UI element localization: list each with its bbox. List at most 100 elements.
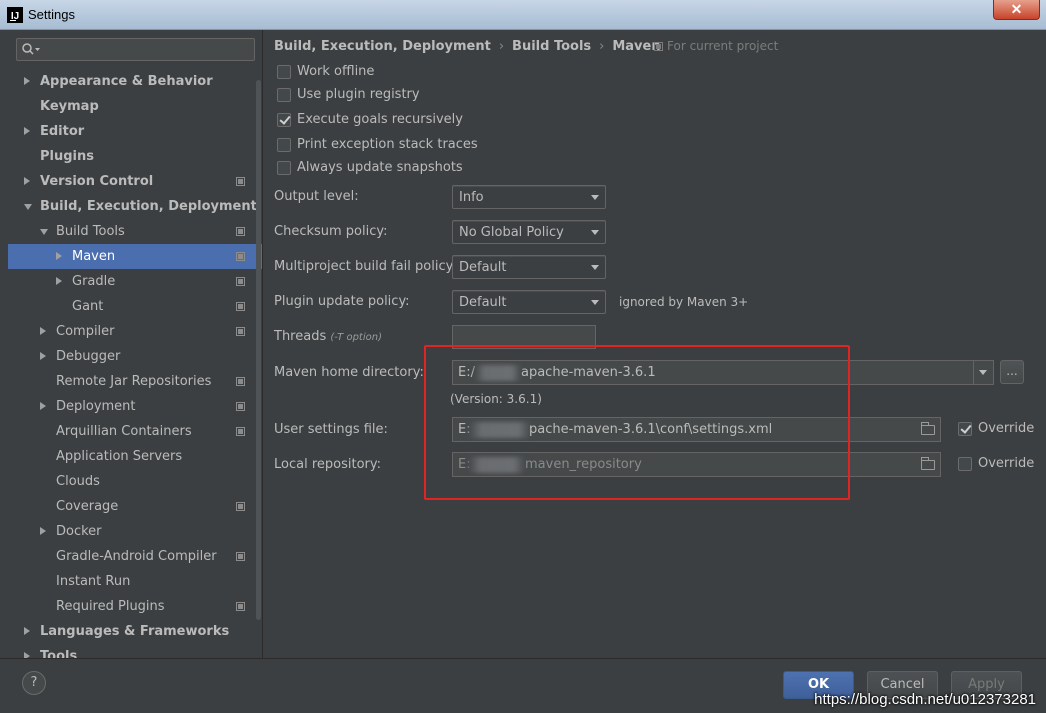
sidebar-item-deployment[interactable]: Deployment [0,394,262,419]
chevron-down-icon[interactable] [40,229,48,235]
sidebar-item-keymap[interactable]: Keymap [0,94,262,119]
checkbox-box[interactable] [277,161,291,175]
sidebar-item-application-servers[interactable]: Application Servers [0,444,262,469]
sidebar-item-required-plugins[interactable]: Required Plugins [0,594,262,619]
dialog-button-bar: ? OK Cancel Apply https://blog.csdn.net/… [0,658,1046,713]
sidebar-item-tools[interactable]: Tools [0,644,262,658]
chevron-down-icon[interactable] [973,361,993,384]
breadcrumb-build-execution: Build, Execution, Deployment [274,39,491,54]
project-scope-icon [236,402,245,411]
breadcrumb-separator: › [599,39,605,54]
sidebar-item-label: Tools [40,649,78,658]
sidebar-item-label: Build, Execution, Deployment [40,199,257,214]
plugin-update-policy-note: ignored by Maven 3+ [619,295,749,309]
sidebar-item-build-execution-deployment[interactable]: Build, Execution, Deployment [0,194,262,219]
settings-search-input[interactable] [16,38,255,61]
sidebar-item-instant-run[interactable]: Instant Run [0,569,262,594]
checkbox-label: Execute goals recursively [297,112,463,127]
sidebar-item-clouds[interactable]: Clouds [0,469,262,494]
sidebar-item-label: Application Servers [56,449,183,464]
threads-label-text: Threads [274,329,327,344]
sidebar-item-label: Version Control [40,174,154,189]
checksum-policy-select[interactable]: No Global Policy [452,220,606,244]
sidebar-item-languages-frameworks[interactable]: Languages & Frameworks [0,619,262,644]
chevron-right-icon[interactable] [40,527,46,535]
sidebar-item-editor[interactable]: Editor [0,119,262,144]
checkbox-box[interactable] [277,138,291,152]
chevron-right-icon[interactable] [56,277,62,285]
checkbox-box[interactable] [277,65,291,79]
project-scope-icon [654,42,663,51]
chevron-down-icon[interactable] [24,204,32,210]
chevron-right-icon[interactable] [24,77,30,85]
plugin-update-policy-label: Plugin update policy: [274,294,410,309]
multiproject-policy-select[interactable]: Default [452,255,606,279]
sidebar-item-arquillian-containers[interactable]: Arquillian Containers [0,419,262,444]
folder-icon[interactable] [921,422,935,435]
sidebar-item-maven[interactable]: Maven [8,244,262,269]
sidebar-item-label: Gradle-Android Compiler [56,549,217,564]
title-bar: IJ Settings ✕ [0,0,1046,30]
chevron-right-icon[interactable] [56,252,62,260]
project-scope-icon [236,377,245,386]
checkbox-label: Print exception stack traces [297,137,478,152]
sidebar-item-label: Languages & Frameworks [40,624,230,639]
sidebar-item-label: Maven [72,249,116,264]
output-level-value: Info [459,190,484,205]
sidebar-item-label: Arquillian Containers [56,424,192,439]
multiproject-policy-value: Default [459,260,507,275]
plugin-update-policy-value: Default [459,295,507,310]
watermark-url: https://blog.csdn.net/u012373281 [814,691,1036,708]
sidebar-item-version-control[interactable]: Version Control [0,169,262,194]
chevron-right-icon[interactable] [40,352,46,360]
threads-label: Threads (-T option) [274,329,382,344]
sidebar-item-coverage[interactable]: Coverage [0,494,262,519]
sidebar-item-docker[interactable]: Docker [0,519,262,544]
sidebar-item-label: Build Tools [56,224,125,239]
sidebar-item-remote-jar-repositories[interactable]: Remote Jar Repositories [0,369,262,394]
window-title: Settings [28,7,75,22]
checkbox-box[interactable] [277,88,291,102]
sidebar-item-label: Appearance & Behavior [40,74,213,89]
project-scope-icon [236,302,245,311]
sidebar-item-build-tools[interactable]: Build Tools [0,219,262,244]
user-settings-override-checkbox[interactable] [958,422,972,436]
chevron-right-icon[interactable] [24,627,30,635]
local-repository-override-checkbox[interactable] [958,457,972,471]
folder-icon[interactable] [921,457,935,470]
sidebar-item-gradle[interactable]: Gradle [0,269,262,294]
chevron-right-icon[interactable] [24,177,30,185]
project-scope-icon [236,427,245,436]
project-scope-icon [236,602,245,611]
plugin-update-policy-select[interactable]: Default [452,290,606,314]
chevron-right-icon[interactable] [40,402,46,410]
sidebar-item-plugins[interactable]: Plugins [0,144,262,169]
project-scope-icon [236,177,245,186]
sidebar-item-label: Instant Run [56,574,131,589]
sidebar-item-compiler[interactable]: Compiler [0,319,262,344]
chevron-down-icon [591,195,599,200]
user-settings-label: User settings file: [274,422,388,437]
help-button[interactable]: ? [22,671,46,695]
sidebar-item-label: Gant [72,299,104,314]
sidebar-item-label: Required Plugins [56,599,165,614]
sidebar-item-label: Compiler [56,324,115,339]
output-level-select[interactable]: Info [452,185,606,209]
checkbox-label: Always update snapshots [297,160,463,175]
project-scope-icon [236,252,245,261]
local-repository-label: Local repository: [274,457,381,472]
tree-scrollbar[interactable] [256,80,261,620]
sidebar-item-gradle-android-compiler[interactable]: Gradle-Android Compiler [0,544,262,569]
sidebar-item-appearance-behavior[interactable]: Appearance & Behavior [0,69,262,94]
sidebar-item-debugger[interactable]: Debugger [0,344,262,369]
user-settings-override-label: Override [978,421,1035,436]
sidebar-item-label: Editor [40,124,85,139]
maven-home-label: Maven home directory: [274,365,424,380]
browse-maven-home-button[interactable]: ... [1000,360,1024,384]
close-button[interactable]: ✕ [993,0,1040,20]
chevron-right-icon[interactable] [40,327,46,335]
chevron-right-icon[interactable] [24,127,30,135]
checkbox-box[interactable] [277,113,291,127]
project-scope-icon [236,277,245,286]
sidebar-item-gant[interactable]: Gant [0,294,262,319]
